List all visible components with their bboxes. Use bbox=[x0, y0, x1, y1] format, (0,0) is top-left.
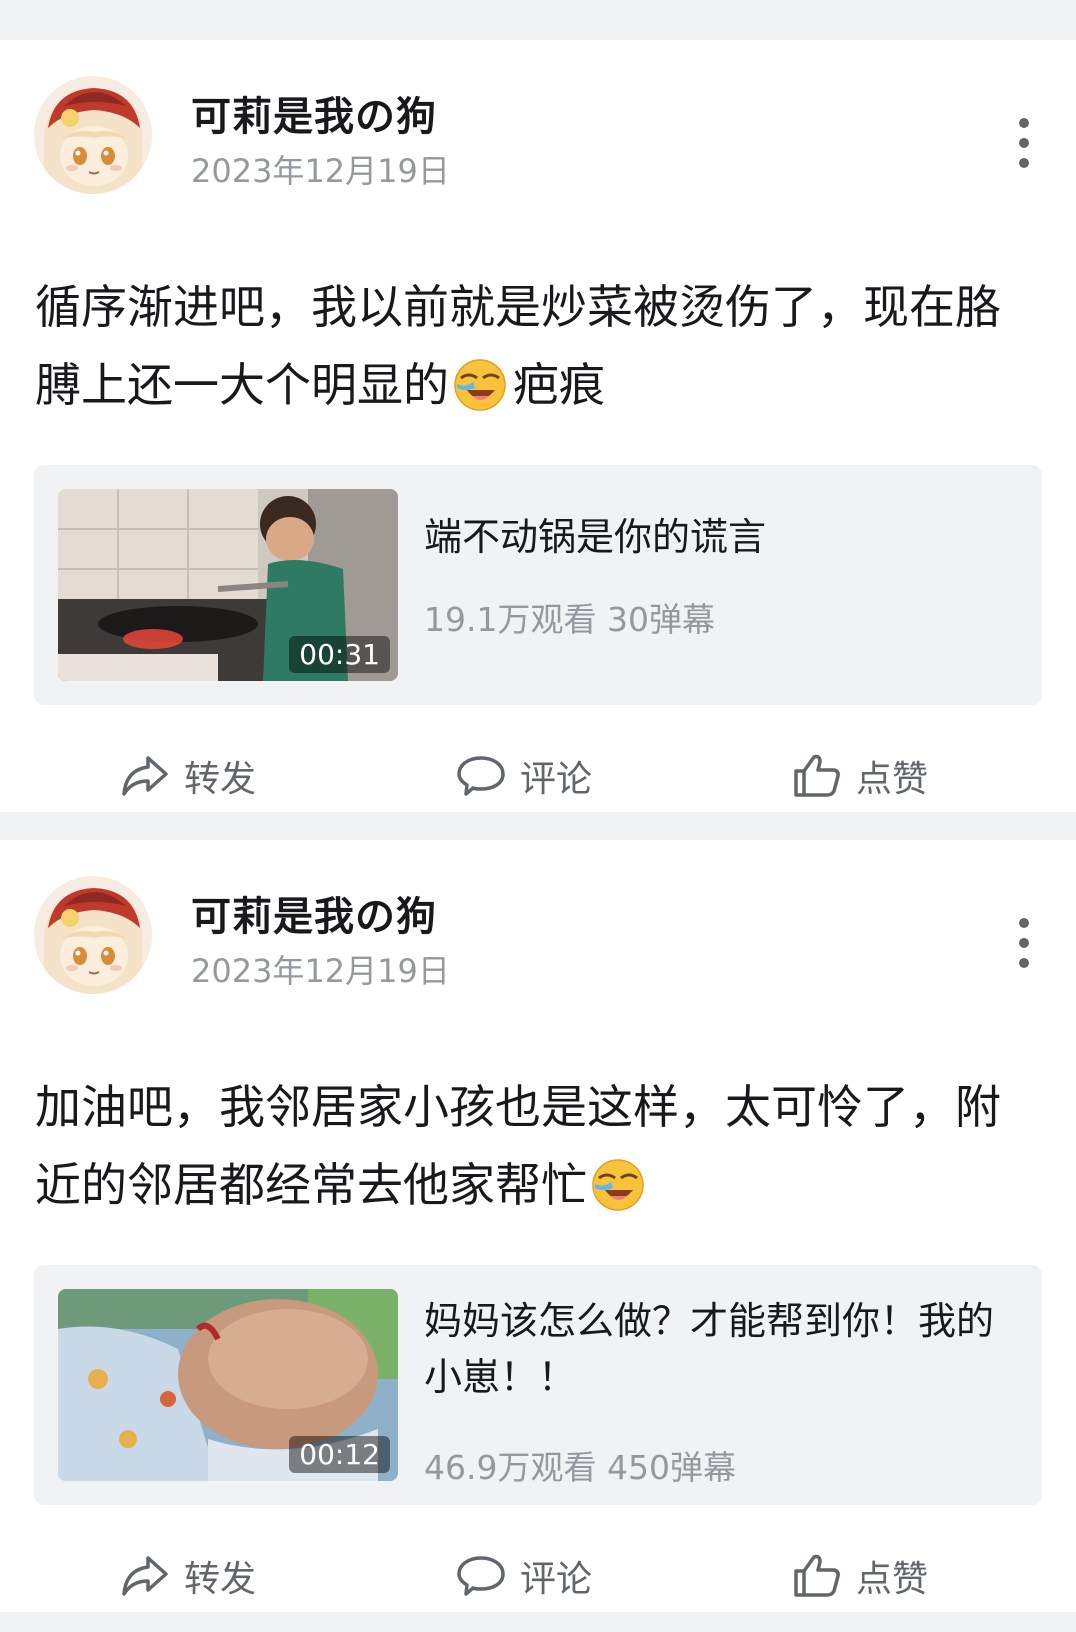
post-card[interactable]: 可莉是我の狗 2023年12月19日 循序渐进吧，我以前就是炒菜被烫伤了，现在胳… bbox=[0, 40, 1076, 812]
laughing-crying-emoji-icon bbox=[592, 1158, 644, 1211]
post-text: 循序渐进吧，我以前就是炒菜被烫伤了，现在胳膊上还一大个明显的 疤痕 bbox=[35, 268, 1035, 424]
username[interactable]: 可莉是我の狗 bbox=[191, 84, 437, 142]
video-card[interactable]: 00:12 妈妈该怎么做？才能帮到你！我的小崽！！ 46.9万观看 450弹幕 bbox=[34, 1265, 1042, 1505]
post-header: 可莉是我の狗 2023年12月19日 bbox=[0, 840, 1076, 1030]
post-text: 加油吧，我邻居家小孩也是这样，太可怜了，附近的邻居都经常去他家帮忙 bbox=[35, 1068, 1035, 1224]
video-duration: 00:12 bbox=[289, 1436, 390, 1473]
comment-label: 评论 bbox=[520, 1559, 593, 1600]
video-stats: 46.9万观看 450弹幕 bbox=[424, 1448, 736, 1487]
comment-label: 评论 bbox=[520, 759, 593, 800]
post-date: 2023年12月19日 bbox=[191, 952, 450, 990]
video-card[interactable]: 00:31 端不动锅是你的谎言 19.1万观看 30弹幕 bbox=[34, 465, 1042, 705]
share-icon bbox=[122, 1556, 168, 1596]
like-button[interactable]: 点赞 bbox=[792, 740, 928, 812]
feed-top-gap bbox=[0, 0, 1076, 40]
share-button[interactable]: 转发 bbox=[120, 740, 256, 812]
share-button[interactable]: 转发 bbox=[120, 1540, 256, 1612]
laughing-crying-emoji-icon bbox=[454, 358, 506, 411]
comment-button[interactable]: 评论 bbox=[456, 740, 592, 812]
video-thumbnail[interactable]: 00:12 bbox=[58, 1289, 398, 1481]
video-thumbnail[interactable]: 00:31 bbox=[58, 489, 398, 681]
avatar[interactable] bbox=[34, 76, 152, 194]
share-label: 转发 bbox=[184, 759, 257, 800]
more-options-icon[interactable] bbox=[1012, 112, 1036, 174]
video-duration: 00:31 bbox=[289, 636, 390, 673]
more-options-icon[interactable] bbox=[1012, 912, 1036, 974]
comment-icon bbox=[457, 1556, 505, 1596]
video-title[interactable]: 端不动锅是你的谎言 bbox=[424, 509, 1004, 565]
like-label: 点赞 bbox=[856, 759, 929, 800]
post-text-tail: 疤痕 bbox=[513, 358, 605, 412]
username[interactable]: 可莉是我の狗 bbox=[191, 884, 437, 942]
post-date: 2023年12月19日 bbox=[191, 152, 450, 190]
share-label: 转发 bbox=[184, 1559, 257, 1600]
video-title[interactable]: 妈妈该怎么做？才能帮到你！我的小崽！！ bbox=[424, 1293, 1004, 1405]
avatar[interactable] bbox=[34, 876, 152, 994]
feed: 可莉是我の狗 2023年12月19日 循序渐进吧，我以前就是炒菜被烫伤了，现在胳… bbox=[0, 0, 1076, 1632]
comment-icon bbox=[457, 756, 505, 796]
share-icon bbox=[122, 756, 168, 796]
post-actions: 转发 评论 点赞 bbox=[0, 1540, 1076, 1612]
thumbs-up-icon bbox=[794, 1554, 840, 1597]
post-divider bbox=[0, 812, 1076, 840]
thumbs-up-icon bbox=[794, 754, 840, 797]
post-actions: 转发 评论 点赞 bbox=[0, 740, 1076, 812]
post-card[interactable]: 可莉是我の狗 2023年12月19日 加油吧，我邻居家小孩也是这样，太可怜了，附… bbox=[0, 840, 1076, 1612]
post-text-main: 加油吧，我邻居家小孩也是这样，太可怜了，附近的邻居都经常去他家帮忙 bbox=[35, 1080, 1001, 1212]
comment-button[interactable]: 评论 bbox=[456, 1540, 592, 1612]
video-stats: 19.1万观看 30弹幕 bbox=[424, 600, 715, 639]
post-header: 可莉是我の狗 2023年12月19日 bbox=[0, 40, 1076, 230]
like-label: 点赞 bbox=[856, 1559, 929, 1600]
like-button[interactable]: 点赞 bbox=[792, 1540, 928, 1612]
